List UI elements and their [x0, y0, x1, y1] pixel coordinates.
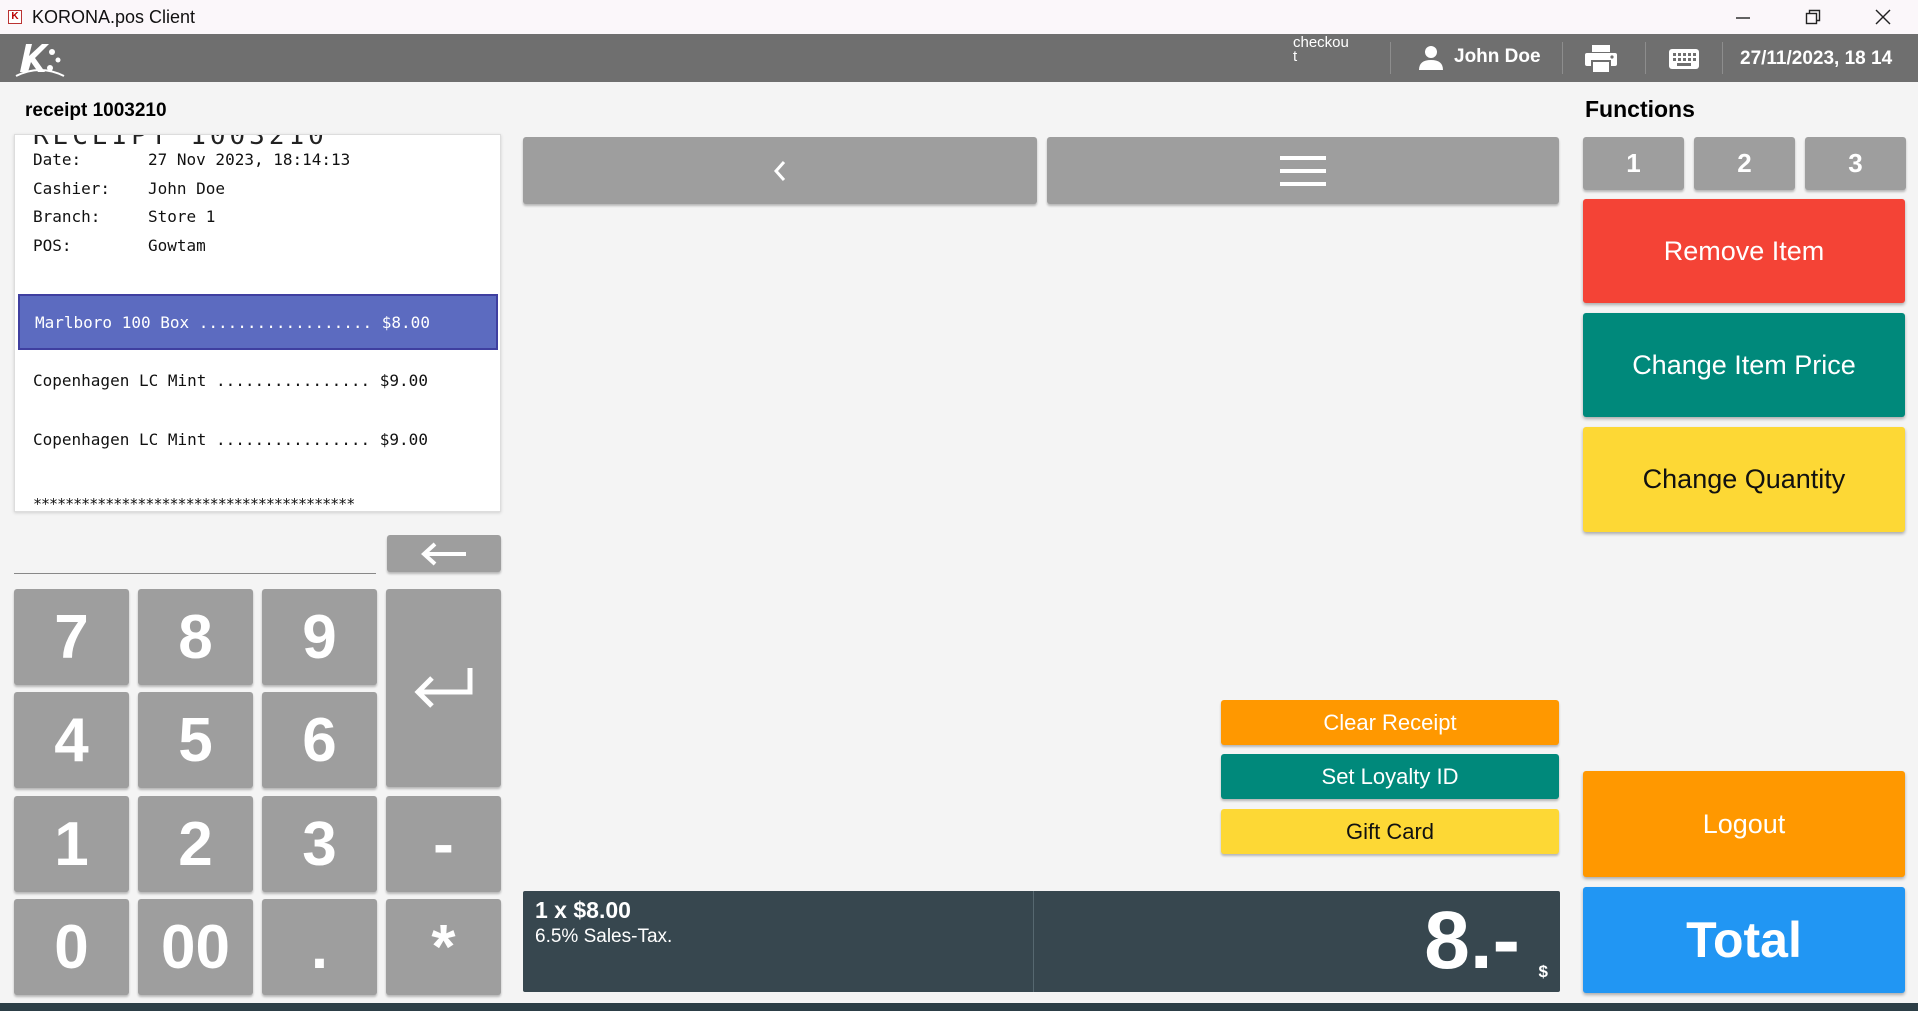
- menu-button[interactable]: [1047, 137, 1559, 204]
- summary-divider: [1033, 891, 1034, 992]
- keypad-key-9[interactable]: 9: [262, 589, 377, 685]
- keypad-key-1[interactable]: 1: [14, 796, 129, 892]
- restore-icon: [1805, 9, 1821, 25]
- hamburger-menu-icon: [1280, 155, 1326, 186]
- last-item-quantity-price: 1 x $8.00: [535, 897, 631, 923]
- receipt-meta-row: POS: Gowtam: [33, 236, 206, 258]
- bottom-edge: [0, 1003, 1918, 1011]
- functions-heading: Functions: [1585, 96, 1695, 122]
- clear-receipt-button[interactable]: Clear Receipt: [1221, 700, 1559, 745]
- receipt-number-label: receipt 1003210: [25, 100, 167, 121]
- set-loyalty-id-button[interactable]: Set Loyalty ID: [1221, 754, 1559, 799]
- keypad-key-0[interactable]: 0: [14, 899, 129, 995]
- keypad-key-2[interactable]: 2: [138, 796, 253, 892]
- close-icon: [1875, 9, 1891, 25]
- keypad-input-field[interactable]: [14, 573, 376, 574]
- logout-button[interactable]: Logout: [1583, 771, 1905, 877]
- keyboard-button[interactable]: [1668, 48, 1700, 75]
- minimize-button[interactable]: [1708, 0, 1778, 34]
- receipt-panel[interactable]: RECEIPT 1003210 Date: 27 Nov 2023, 18:14:…: [14, 134, 501, 512]
- print-button[interactable]: [1584, 44, 1618, 79]
- meta-value: Gowtam: [148, 236, 206, 255]
- app-icon: K: [8, 10, 22, 24]
- total-amount: 8.-: [1424, 895, 1520, 986]
- korona-logo[interactable]: [12, 38, 68, 78]
- receipt-line-item[interactable]: Copenhagen LC Mint ................ $9.0…: [18, 411, 498, 467]
- toolbar-divider: [1722, 42, 1723, 74]
- toolbar-divider: [1562, 42, 1563, 74]
- checkout-label[interactable]: checkou t: [1293, 36, 1373, 68]
- keypad-key-multiply[interactable]: *: [386, 899, 501, 995]
- printer-icon: [1585, 45, 1617, 74]
- keypad-key-3[interactable]: 3: [262, 796, 377, 892]
- total-button[interactable]: Total: [1583, 887, 1905, 993]
- backspace-arrow-icon: [421, 542, 466, 565]
- keypad-key-00[interactable]: 00: [138, 899, 253, 995]
- window-title-bar: K KORONA.pos Client: [0, 0, 1918, 34]
- toolbar-divider: [1390, 42, 1391, 74]
- receipt-separator: ****************************************: [33, 495, 355, 512]
- receipt-meta-row: Date: 27 Nov 2023, 18:14:13: [33, 150, 350, 172]
- receipt-meta-row: Branch: Store 1: [33, 207, 215, 229]
- toolbar-divider: [1645, 42, 1646, 74]
- minimize-icon: [1736, 17, 1750, 19]
- currency-symbol: $: [1538, 962, 1548, 981]
- receipt-line-item[interactable]: Copenhagen LC Mint ................ $9.0…: [18, 352, 498, 408]
- date-time-display: 27/11/2023, 18 14: [1740, 48, 1893, 69]
- function-page-1[interactable]: 1: [1583, 137, 1684, 190]
- meta-key: Branch:: [33, 207, 101, 226]
- keyboard-icon: [1669, 49, 1699, 69]
- meta-key: Date:: [33, 150, 82, 169]
- function-page-2[interactable]: 2: [1694, 137, 1795, 190]
- meta-value: Store 1: [148, 207, 216, 226]
- keypad-key-minus[interactable]: -: [386, 796, 501, 892]
- change-quantity-button[interactable]: Change Quantity: [1583, 427, 1905, 532]
- backspace-button[interactable]: [387, 535, 501, 572]
- receipt-header-cut: RECEIPT 1003210: [33, 134, 328, 151]
- window-title: KORONA.pos Client: [32, 6, 196, 27]
- keypad-key-7[interactable]: 7: [14, 589, 129, 685]
- keypad-key-5[interactable]: 5: [138, 692, 253, 788]
- receipt-meta-row: Cashier: John Doe: [33, 179, 225, 201]
- user-name: John Doe: [1454, 46, 1541, 67]
- top-toolbar: checkou t John Doe 27/11/2023, 18 14: [0, 34, 1918, 82]
- remove-item-button[interactable]: Remove Item: [1583, 199, 1905, 303]
- restore-button[interactable]: [1778, 0, 1848, 34]
- change-item-price-button[interactable]: Change Item Price: [1583, 313, 1905, 417]
- close-button[interactable]: [1848, 0, 1918, 34]
- person-icon: [1419, 46, 1443, 70]
- chevron-left-icon: [773, 160, 786, 181]
- meta-key: Cashier:: [33, 179, 111, 198]
- back-button[interactable]: [523, 137, 1037, 204]
- gift-card-button[interactable]: Gift Card: [1221, 809, 1559, 854]
- function-page-3[interactable]: 3: [1805, 137, 1906, 190]
- enter-icon: [413, 668, 472, 708]
- keypad-enter-key[interactable]: [386, 589, 501, 787]
- keypad-key-6[interactable]: 6: [262, 692, 377, 788]
- meta-value: John Doe: [148, 179, 226, 198]
- receipt-line-item-selected[interactable]: Marlboro 100 Box .................. $8.0…: [18, 294, 498, 350]
- transaction-summary: 1 x $8.00 6.5% Sales-Tax. 8.- $: [523, 891, 1560, 992]
- meta-key: POS:: [33, 236, 72, 255]
- tax-info: 6.5% Sales-Tax.: [535, 926, 673, 947]
- keypad-key-decimal[interactable]: .: [262, 899, 377, 995]
- keypad-key-4[interactable]: 4: [14, 692, 129, 788]
- meta-value: 27 Nov 2023, 18:14:13: [148, 150, 351, 169]
- keypad-key-8[interactable]: 8: [138, 589, 253, 685]
- user-button[interactable]: John Doe: [1418, 44, 1541, 70]
